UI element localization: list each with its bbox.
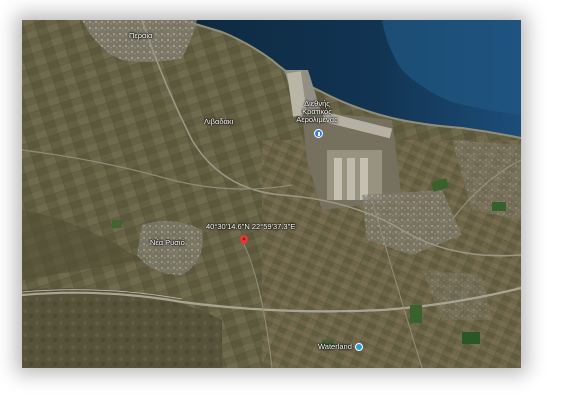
poi-label-waterland[interactable]: Waterland xyxy=(318,343,352,351)
satellite-map[interactable]: Περαία Διεθνής Κρατικός Αερολιμένας Λιβα… xyxy=(22,20,521,368)
place-label-livadaki[interactable]: Λιβαδάκι xyxy=(204,118,233,126)
map-imagery xyxy=(22,20,521,368)
place-label-nea-rysio[interactable]: Νέα Ρυσιό xyxy=(150,239,185,247)
place-label-airport[interactable]: Διεθνής Κρατικός Αερολιμένας xyxy=(292,100,342,124)
airport-label-line-3: Αερολιμένας xyxy=(296,115,338,124)
map-pin-icon[interactable] xyxy=(240,235,248,245)
airport-icon[interactable] xyxy=(314,129,323,138)
water-park-icon[interactable] xyxy=(355,343,363,351)
coordinates-label: 40°30'14.6"N 22°59'37.3"E xyxy=(206,222,296,231)
place-label-perea[interactable]: Περαία xyxy=(129,32,152,40)
